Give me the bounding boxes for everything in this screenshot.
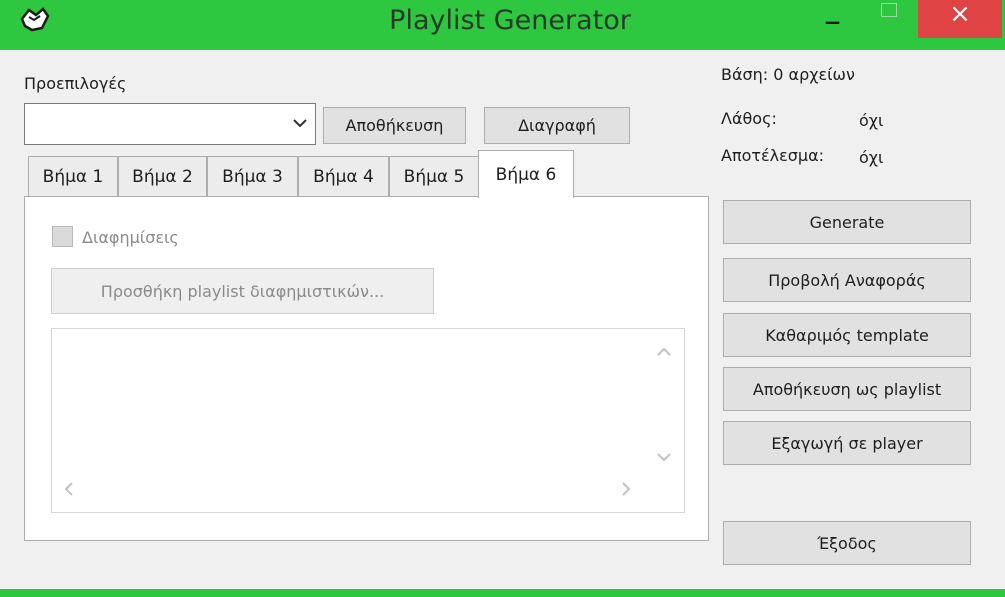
chevron-down-icon[interactable] (293, 113, 307, 133)
scroll-up-icon[interactable] (657, 341, 671, 361)
app-icon[interactable] (20, 6, 50, 39)
title-bar[interactable]: Playlist Generator – × (0, 0, 1005, 50)
tab-step-3[interactable]: Βήμα 3 (207, 156, 298, 196)
tab-step-4[interactable]: Βήμα 4 (298, 156, 389, 196)
scroll-left-icon[interactable] (64, 481, 73, 501)
view-report-button[interactable]: Προβολή Αναφοράς (723, 258, 971, 302)
exit-button[interactable]: Έξοδος (723, 521, 971, 565)
close-icon[interactable]: × (918, 0, 1002, 38)
result-value: όχι (859, 148, 884, 167)
tab-step-1[interactable]: Βήμα 1 (28, 156, 118, 196)
export-to-player-button[interactable]: Εξαγωγή σε player (723, 421, 971, 465)
scroll-down-icon[interactable] (657, 447, 671, 467)
scroll-right-icon[interactable] (622, 481, 631, 501)
tab-step-5[interactable]: Βήμα 5 (389, 156, 479, 196)
db-status: Βάση: 0 αρχείων (721, 65, 855, 84)
tab-step-6[interactable]: Βήμα 6 (478, 150, 574, 198)
window-bottom-border (0, 589, 1005, 597)
delete-preset-button[interactable]: Διαγραφή (484, 107, 630, 144)
save-as-playlist-button[interactable]: Αποθήκευση ως playlist (723, 367, 971, 411)
generate-button[interactable]: Generate (723, 200, 971, 244)
save-preset-button[interactable]: Αποθήκευση (323, 107, 466, 144)
ads-checkbox-label: Διαφημίσεις (82, 228, 179, 247)
ads-playlist-listbox[interactable] (51, 328, 685, 513)
clear-template-button[interactable]: Καθαριμός template (723, 313, 971, 357)
tab-step-2[interactable]: Βήμα 2 (118, 156, 207, 196)
error-label: Λάθος: (721, 109, 777, 128)
result-label: Αποτέλεσμα: (721, 146, 825, 165)
presets-combobox[interactable] (24, 103, 316, 145)
window-title: Playlist Generator (389, 5, 631, 36)
minimize-icon[interactable]: – (824, 4, 841, 38)
ads-checkbox[interactable] (52, 226, 73, 247)
maximize-icon[interactable] (881, 3, 897, 17)
presets-label: Προεπιλογές (24, 74, 127, 93)
add-ads-playlist-button[interactable]: Προσθήκη playlist διαφημιστικών... (51, 268, 434, 314)
error-value: όχι (859, 111, 884, 130)
